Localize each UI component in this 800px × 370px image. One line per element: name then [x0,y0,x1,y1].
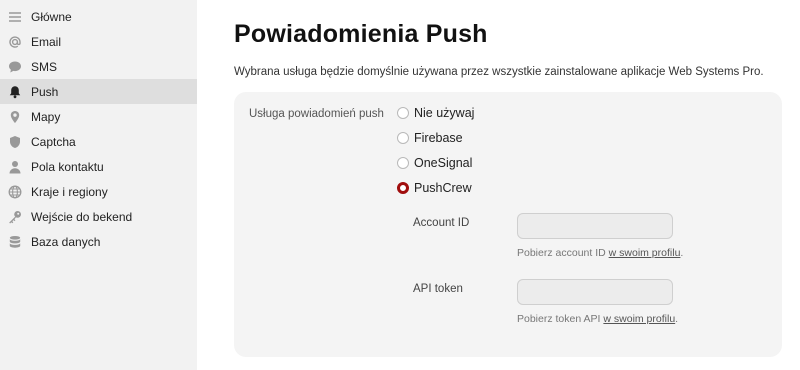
account-id-help: Pobierz account ID w swoim profilu. [517,247,683,259]
bell-icon [8,85,22,99]
account-id-label: Account ID [413,217,470,229]
globe-icon [8,185,22,199]
help-text: Pobierz account ID [517,247,609,259]
page-title: Powiadomienia Push [234,20,488,48]
sidebar-item-kraje-i-regiony[interactable]: Kraje i regiony [0,179,197,204]
sidebar-item-captcha[interactable]: Captcha [0,129,197,154]
profile-link[interactable]: w swoim profilu [609,247,681,259]
help-suffix: . [680,247,684,259]
sidebar-item-baza-danych[interactable]: Baza danych [0,229,197,254]
sidebar-item-label: Kraje i regiony [31,184,108,199]
help-suffix: . [675,313,679,325]
radio-option-label: Firebase [414,131,463,145]
sidebar-item-pola-kontaktu[interactable]: Pola kontaktu [0,154,197,179]
shield-icon [8,135,22,149]
map-pin-icon [8,110,22,124]
radio-option-onesignal[interactable]: OneSignal [397,156,472,170]
api-token-label: API token [413,283,463,295]
sidebar-item-mapy[interactable]: Mapy [0,104,197,129]
sidebar-item-label: SMS [31,59,58,74]
profile-link[interactable]: w swoim profilu [603,313,675,325]
sidebar-item-push[interactable]: Push [0,79,197,104]
radio-button-checked[interactable] [397,182,409,194]
radio-option-label: Nie używaj [414,106,475,120]
database-icon [8,235,22,249]
sidebar-item-label: Push [31,84,59,99]
sidebar-item-label: Wejście do bekend [31,209,133,224]
radio-option-label: OneSignal [414,156,473,170]
radio-button[interactable] [397,157,409,169]
sidebar-item-label: Baza danych [31,234,101,249]
api-token-input[interactable] [517,279,673,305]
sidebar-item-label: Mapy [31,109,61,124]
radio-option-pushcrew[interactable]: PushCrew [397,181,472,195]
sidebar: Główne Email SMS Push Mapy Captcha Pola … [0,0,197,370]
page-description: Wybrana usługa będzie domyślnie używana … [234,66,764,78]
account-id-input[interactable] [517,213,673,239]
sidebar-item-label: Email [31,34,62,49]
push-service-label: Usługa powiadomień push [249,108,384,120]
key-icon [8,210,22,224]
main-content: Powiadomienia Push Wybrana usługa będzie… [197,0,800,370]
help-text: Pobierz token API [517,313,604,325]
api-token-help: Pobierz token API w swoim profilu. [517,313,678,325]
radio-option-firebase[interactable]: Firebase [397,131,463,145]
sidebar-item-label: Główne [31,9,72,24]
sidebar-item-glowne[interactable]: Główne [0,4,197,29]
person-icon [8,160,22,174]
sidebar-item-wejscie-do-bekend[interactable]: Wejście do bekend [0,204,197,229]
sidebar-item-email[interactable]: Email [0,29,197,54]
at-sign-icon [8,35,22,49]
radio-option-label: PushCrew [414,181,472,195]
sidebar-item-label: Captcha [31,134,76,149]
radio-button[interactable] [397,107,409,119]
sidebar-item-sms[interactable]: SMS [0,54,197,79]
sidebar-item-label: Pola kontaktu [31,159,104,174]
radio-button[interactable] [397,132,409,144]
menu-lines-icon [8,10,22,24]
settings-card: Usługa powiadomień push Nie używaj Fireb… [234,92,782,357]
chat-bubble-icon [8,60,22,74]
radio-option-nie-uzywaj[interactable]: Nie używaj [397,106,474,120]
